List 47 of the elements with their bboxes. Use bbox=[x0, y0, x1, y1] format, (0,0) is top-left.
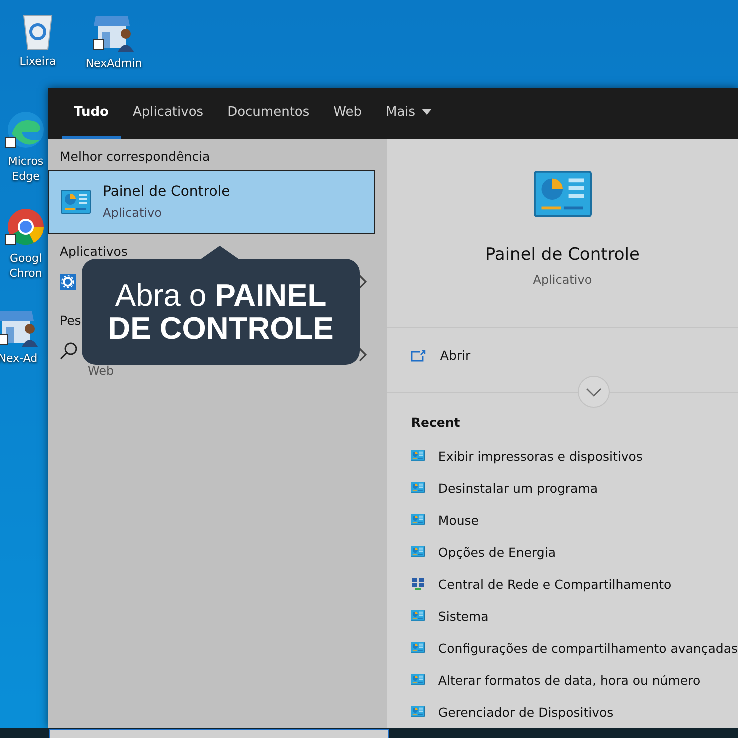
search-field[interactable] bbox=[49, 729, 389, 738]
recent-item[interactable]: Desinstalar um programa bbox=[387, 472, 738, 504]
network-icon bbox=[411, 577, 426, 591]
section-heading: Melhor correspondência bbox=[60, 149, 210, 164]
recent-item[interactable]: Opções de Energia bbox=[387, 536, 738, 568]
search-icon bbox=[60, 342, 78, 360]
control-panel-icon bbox=[61, 190, 91, 214]
control-panel-icon bbox=[411, 610, 426, 622]
tab[interactable]: Aplicativos bbox=[120, 88, 216, 139]
desktop-icon-label: NexAdmin bbox=[86, 56, 142, 71]
app-subtitle: Aplicativo bbox=[533, 273, 592, 288]
result-subtitle: Aplicativo bbox=[103, 206, 163, 220]
desktop-icon-label: Googl Chron bbox=[8, 251, 44, 281]
result-title: Painel de Controle bbox=[103, 184, 230, 200]
section-heading: Recent bbox=[410, 414, 462, 432]
control-panel-icon bbox=[411, 450, 426, 462]
open-icon bbox=[411, 350, 426, 362]
result-subtitle: Web bbox=[87, 364, 114, 378]
desktop-icon-label: Lixeira bbox=[20, 54, 56, 69]
section-heading: Pes bbox=[60, 313, 82, 328]
section-heading: Aplicativos bbox=[60, 244, 128, 259]
control-panel-icon bbox=[411, 514, 426, 526]
control-panel-icon bbox=[411, 482, 426, 494]
recent-item[interactable]: Configurações de compartilhamento avançadas bbox=[387, 632, 738, 664]
open-action[interactable]: Abrir bbox=[387, 328, 495, 383]
app-title: Painel de Controle bbox=[485, 245, 640, 266]
control-panel-icon bbox=[411, 706, 426, 718]
tab[interactable]: Mais bbox=[374, 88, 444, 139]
tab[interactable]: Documentos bbox=[216, 88, 322, 139]
control-panel-icon bbox=[411, 674, 426, 686]
desktop-icon-label: Micros Edge bbox=[7, 154, 45, 184]
recent-item[interactable]: Exibir impressoras e dispositivos bbox=[387, 440, 738, 472]
control-panel-icon bbox=[411, 642, 426, 654]
tab[interactable]: Web bbox=[322, 88, 374, 139]
gear-icon bbox=[60, 274, 76, 290]
recent-item[interactable]: Alterar formatos de data, hora ou número bbox=[387, 664, 738, 696]
recent-item[interactable]: Central de Rede e Compartilhamento bbox=[387, 568, 738, 600]
control-panel-icon bbox=[411, 546, 426, 558]
recent-item[interactable]: Sistema bbox=[387, 600, 738, 632]
result-item[interactable]: Painel de Controle Aplicativo bbox=[48, 170, 376, 234]
control-panel-icon bbox=[534, 171, 592, 218]
callout-text: Abra o PAINEL DE CONTROLE bbox=[107, 278, 335, 346]
recent-item[interactable]: Gerenciador de Dispositivos bbox=[387, 696, 738, 728]
chevron-right-icon[interactable] bbox=[359, 348, 368, 362]
recent-item[interactable]: Mouse bbox=[387, 504, 738, 536]
chevron-down-icon bbox=[586, 388, 602, 396]
chevron-right-icon[interactable] bbox=[359, 275, 368, 289]
